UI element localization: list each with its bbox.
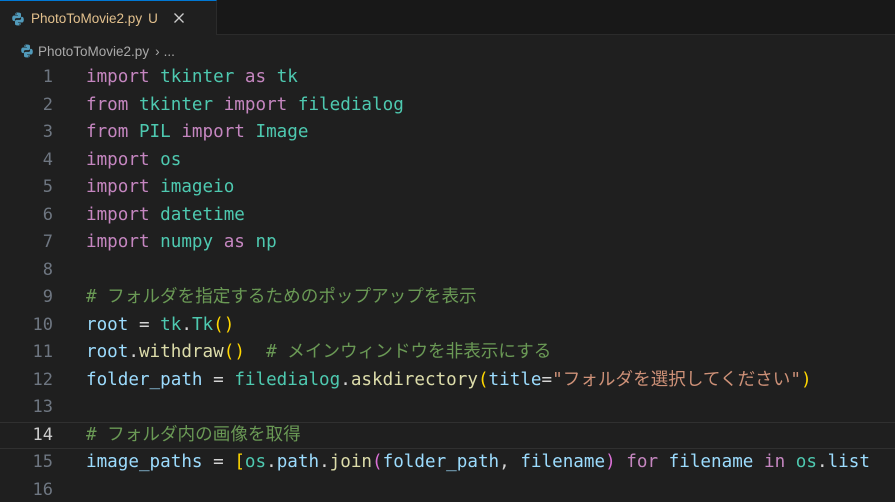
code-text: from tkinter import filedialog — [86, 94, 404, 115]
close-icon[interactable] — [170, 9, 188, 27]
git-untracked-badge: U — [148, 10, 158, 26]
code-editor[interactable]: 1 import tkinter as tk 2 from tkinter impor… — [0, 64, 895, 502]
code-line[interactable]: 8 — [0, 257, 895, 285]
code-line[interactable]: 2 from tkinter import filedialog — [0, 92, 895, 120]
line-number: 6 — [42, 204, 53, 225]
code-text: folder_path = filedialog.askdirectory(ti… — [86, 369, 812, 390]
code-line[interactable]: 4 import os — [0, 147, 895, 175]
code-text: from PIL import Image — [86, 122, 309, 142]
line-number: 8 — [42, 259, 53, 280]
line-number: 2 — [42, 94, 53, 115]
line-number: 13 — [32, 397, 53, 417]
code-text: root.withdraw() # メインウィンドウを非表示にする — [86, 342, 552, 362]
code-line[interactable]: 16 — [0, 477, 895, 502]
line-number: 7 — [42, 232, 53, 252]
code-line[interactable]: 11 root.withdraw() # メインウィンドウを非表示にする — [0, 339, 895, 367]
line-number: 16 — [32, 479, 53, 500]
code-text: import imageio — [86, 177, 235, 197]
tab-bar: PhotoToMovie2.py U — [0, 0, 895, 35]
code-line[interactable]: 13 — [0, 394, 895, 422]
python-icon — [20, 44, 34, 58]
line-number: 1 — [42, 67, 53, 87]
line-number: 5 — [42, 177, 53, 197]
code-text: import os — [86, 149, 182, 170]
line-number: 15 — [32, 452, 53, 472]
line-number: 3 — [42, 122, 53, 142]
code-line[interactable]: 3 from PIL import Image — [0, 119, 895, 147]
python-icon — [11, 11, 25, 26]
tab-label: PhotoToMovie2.py — [31, 10, 143, 26]
breadcrumb-more[interactable]: ... — [164, 44, 175, 59]
code-text: image_paths = [os.path.join(folder_path,… — [86, 452, 870, 472]
code-line[interactable]: 1 import tkinter as tk — [0, 64, 895, 92]
code-line[interactable]: 9 # フォルダを指定するためのポップアップを表示 — [0, 284, 895, 312]
code-text: # フォルダ内の画像を取得 — [86, 424, 301, 445]
code-text: root = tk.Tk() — [86, 314, 235, 335]
line-number: 4 — [42, 149, 53, 170]
line-number: 14 — [32, 424, 53, 445]
breadcrumb-file[interactable]: PhotoToMovie2.py — [38, 44, 149, 59]
code-line[interactable]: 6 import datetime — [0, 202, 895, 230]
line-number: 12 — [32, 369, 53, 390]
tab-photo-to-movie[interactable]: PhotoToMovie2.py U — [0, 0, 217, 35]
code-text: # フォルダを指定するためのポップアップを表示 — [86, 287, 477, 307]
code-text: import tkinter as tk — [86, 67, 298, 87]
line-number: 11 — [32, 342, 53, 362]
chevron-right-icon: › — [155, 43, 160, 59]
code-text: import datetime — [86, 204, 245, 225]
code-line[interactable]: 7 import numpy as np — [0, 229, 895, 257]
code-line[interactable]: 12 folder_path = filedialog.askdirectory(… — [0, 367, 895, 395]
code-line[interactable]: 5 import imageio — [0, 174, 895, 202]
code-line[interactable]: 10 root = tk.Tk() — [0, 312, 895, 340]
breadcrumb: PhotoToMovie2.py › ... — [0, 38, 895, 64]
code-line[interactable]: 15 image_paths = [os.path.join(folder_pat… — [0, 449, 895, 477]
line-number: 10 — [32, 314, 53, 335]
code-text: import numpy as np — [86, 232, 277, 252]
line-number: 9 — [42, 287, 53, 307]
code-line[interactable]: 14 # フォルダ内の画像を取得 — [0, 421, 895, 449]
